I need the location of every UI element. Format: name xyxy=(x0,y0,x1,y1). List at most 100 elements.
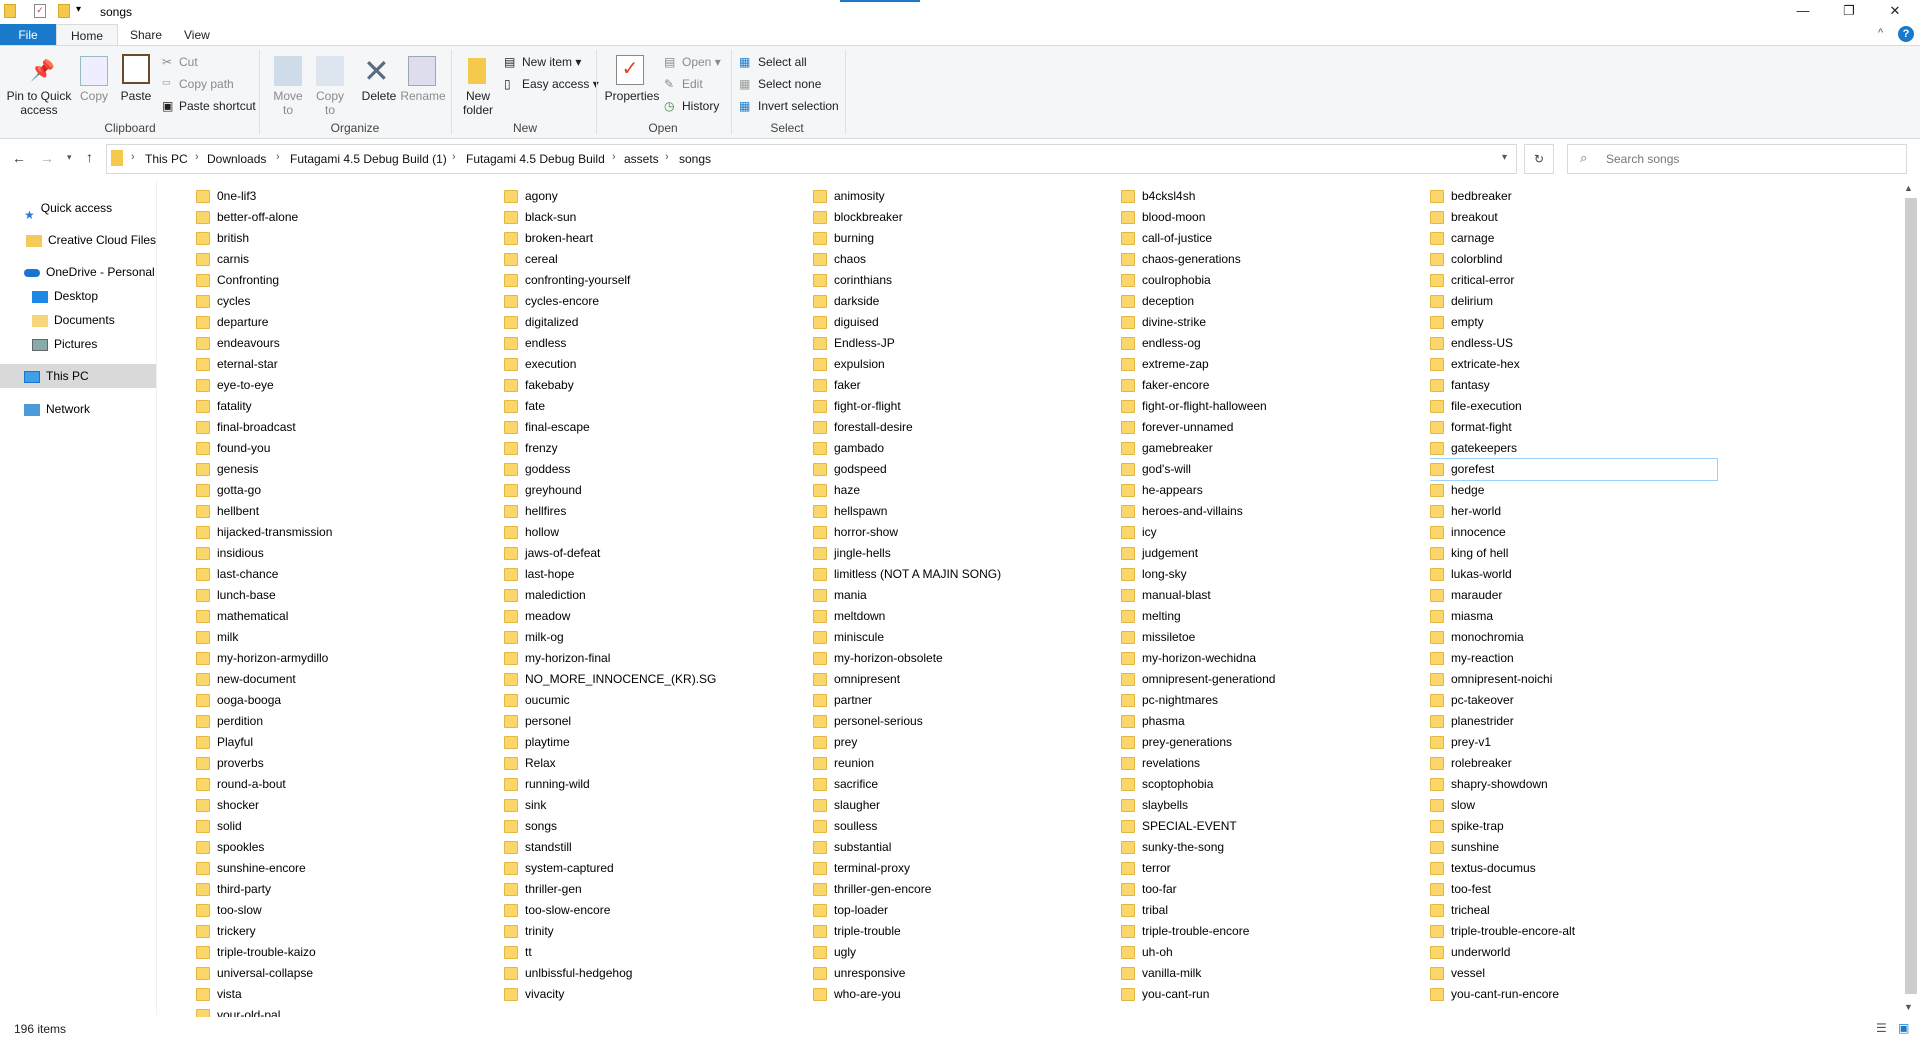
folder-item[interactable]: horror-show xyxy=(813,522,1113,543)
tab-view[interactable]: View xyxy=(170,24,224,46)
folder-item[interactable]: empty xyxy=(1430,312,1730,333)
folder-item[interactable]: carnis xyxy=(196,249,496,270)
folder-item[interactable]: lukas-world xyxy=(1430,564,1730,585)
new-folder-button[interactable]: New folder xyxy=(456,89,500,117)
folder-item[interactable]: proverbs xyxy=(196,753,496,774)
folder-item[interactable]: milk xyxy=(196,627,496,648)
folder-item[interactable]: meltdown xyxy=(813,606,1113,627)
folder-item[interactable]: top-loader xyxy=(813,900,1113,921)
folder-item[interactable]: goddess xyxy=(504,459,804,480)
folder-item[interactable]: thriller-gen-encore xyxy=(813,879,1113,900)
folder-item[interactable]: deception xyxy=(1121,291,1421,312)
folder-item[interactable]: hedge xyxy=(1430,480,1730,501)
folder-item[interactable]: ugly xyxy=(813,942,1113,963)
folder-item[interactable]: spike-trap xyxy=(1430,816,1730,837)
folder-item[interactable]: final-escape xyxy=(504,417,804,438)
folder-item[interactable]: my-horizon-wechidna xyxy=(1121,648,1421,669)
new-item-button[interactable]: New item ▾ xyxy=(522,55,581,69)
folder-item[interactable]: my-horizon-armydillo xyxy=(196,648,496,669)
rename-button[interactable]: Rename xyxy=(400,89,446,103)
folder-item[interactable]: reunion xyxy=(813,753,1113,774)
folder-item[interactable]: digitalized xyxy=(504,312,804,333)
maximize-button[interactable]: ❐ xyxy=(1826,0,1872,24)
folder-item[interactable]: sunshine-encore xyxy=(196,858,496,879)
large-icons-view-button[interactable]: ▣ xyxy=(1898,1021,1909,1035)
folder-item[interactable]: bedbreaker xyxy=(1430,186,1730,207)
folder-item[interactable]: vista xyxy=(196,984,496,1005)
folder-item[interactable]: revelations xyxy=(1121,753,1421,774)
folder-item[interactable]: fight-or-flight xyxy=(813,396,1113,417)
scroll-up-arrow[interactable]: ▲ xyxy=(1904,183,1913,193)
paste-button[interactable]: Paste xyxy=(116,89,156,103)
folder-item[interactable]: miasma xyxy=(1430,606,1730,627)
folder-item[interactable]: god's-will xyxy=(1121,459,1421,480)
folder-item[interactable]: hollow xyxy=(504,522,804,543)
folder-item[interactable]: substantial xyxy=(813,837,1113,858)
folder-item[interactable]: eye-to-eye xyxy=(196,375,496,396)
copy-to-button[interactable]: Copy to xyxy=(310,89,350,117)
folder-item[interactable]: fight-or-flight-halloween xyxy=(1121,396,1421,417)
folder-item[interactable]: shocker xyxy=(196,795,496,816)
folder-item[interactable]: slaybells xyxy=(1121,795,1421,816)
folder-item[interactable]: round-a-bout xyxy=(196,774,496,795)
folder-item[interactable]: my-horizon-final xyxy=(504,648,804,669)
close-button[interactable]: ✕ xyxy=(1872,0,1918,24)
details-view-button[interactable]: ☰ xyxy=(1876,1021,1887,1035)
address-dropdown-icon[interactable]: ▾ xyxy=(1502,152,1507,163)
folder-item[interactable]: expulsion xyxy=(813,354,1113,375)
folder-item[interactable]: triple-trouble-encore-alt xyxy=(1430,921,1730,942)
delete-button[interactable]: Delete xyxy=(356,89,402,103)
sidebar-item-documents[interactable]: Documents xyxy=(32,308,115,332)
folder-item[interactable]: uh-oh xyxy=(1121,942,1421,963)
back-button[interactable]: ← xyxy=(12,150,26,166)
folder-item[interactable]: burning xyxy=(813,228,1113,249)
folder-item[interactable]: critical-error xyxy=(1430,270,1730,291)
copy-path-button[interactable]: Copy path xyxy=(179,77,234,91)
folder-item[interactable]: you-cant-run xyxy=(1121,984,1421,1005)
folder-item[interactable]: terminal-proxy xyxy=(813,858,1113,879)
folder-item[interactable]: diguised xyxy=(813,312,1113,333)
folder-item[interactable]: pc-nightmares xyxy=(1121,690,1421,711)
folder-item[interactable]: malediction xyxy=(504,585,804,606)
sidebar-item-this-pc[interactable]: This PC xyxy=(0,364,156,388)
new-folder-qat-icon[interactable] xyxy=(58,4,70,18)
folder-item[interactable]: meadow xyxy=(504,606,804,627)
breadcrumb-downloads[interactable]: Downloads xyxy=(207,152,266,166)
folder-item[interactable]: system-captured xyxy=(504,858,804,879)
folder-item[interactable]: mania xyxy=(813,585,1113,606)
folder-item[interactable]: your-old-pal xyxy=(196,1005,496,1017)
folder-item[interactable]: unresponsive xyxy=(813,963,1113,984)
folder-item[interactable]: extricate-hex xyxy=(1430,354,1730,375)
folder-item[interactable]: too-far xyxy=(1121,879,1421,900)
folder-item[interactable]: fate xyxy=(504,396,804,417)
folder-item[interactable]: personel-serious xyxy=(813,711,1113,732)
folder-item[interactable]: rolebreaker xyxy=(1430,753,1730,774)
folder-item[interactable]: endless-og xyxy=(1121,333,1421,354)
customize-qat-icon[interactable]: ▾ xyxy=(76,4,81,15)
folder-item[interactable]: limitless (NOT A MAJIN SONG) xyxy=(813,564,1113,585)
folder-item[interactable]: last-hope xyxy=(504,564,804,585)
folder-item[interactable]: fatality xyxy=(196,396,496,417)
help-icon[interactable]: ? xyxy=(1898,26,1914,42)
recent-locations-button[interactable]: ▾ xyxy=(67,152,72,163)
folder-item[interactable]: jaws-of-defeat xyxy=(504,543,804,564)
folder-item[interactable]: extreme-zap xyxy=(1121,354,1421,375)
breadcrumb-debug-build[interactable]: Futagami 4.5 Debug Build xyxy=(466,152,605,166)
history-button[interactable]: History xyxy=(682,99,719,113)
copy-button[interactable]: Copy xyxy=(76,89,112,103)
folder-item[interactable]: prey xyxy=(813,732,1113,753)
folder-item[interactable]: cycles-encore xyxy=(504,291,804,312)
folder-item[interactable]: cycles xyxy=(196,291,496,312)
folder-item[interactable]: gotta-go xyxy=(196,480,496,501)
folder-item[interactable]: too-fest xyxy=(1430,879,1730,900)
breadcrumb-debug-build-1[interactable]: Futagami 4.5 Debug Build (1) xyxy=(290,152,447,166)
folder-item[interactable]: long-sky xyxy=(1121,564,1421,585)
breadcrumb-assets[interactable]: assets xyxy=(624,152,659,166)
folder-item[interactable]: textus-documus xyxy=(1430,858,1730,879)
folder-item[interactable]: new-document xyxy=(196,669,496,690)
sidebar-item-pictures[interactable]: Pictures xyxy=(32,332,97,356)
folder-item[interactable]: better-off-alone xyxy=(196,207,496,228)
folder-item[interactable]: execution xyxy=(504,354,804,375)
folder-item[interactable]: confronting-yourself xyxy=(504,270,804,291)
scrollbar-thumb[interactable] xyxy=(1905,198,1917,994)
